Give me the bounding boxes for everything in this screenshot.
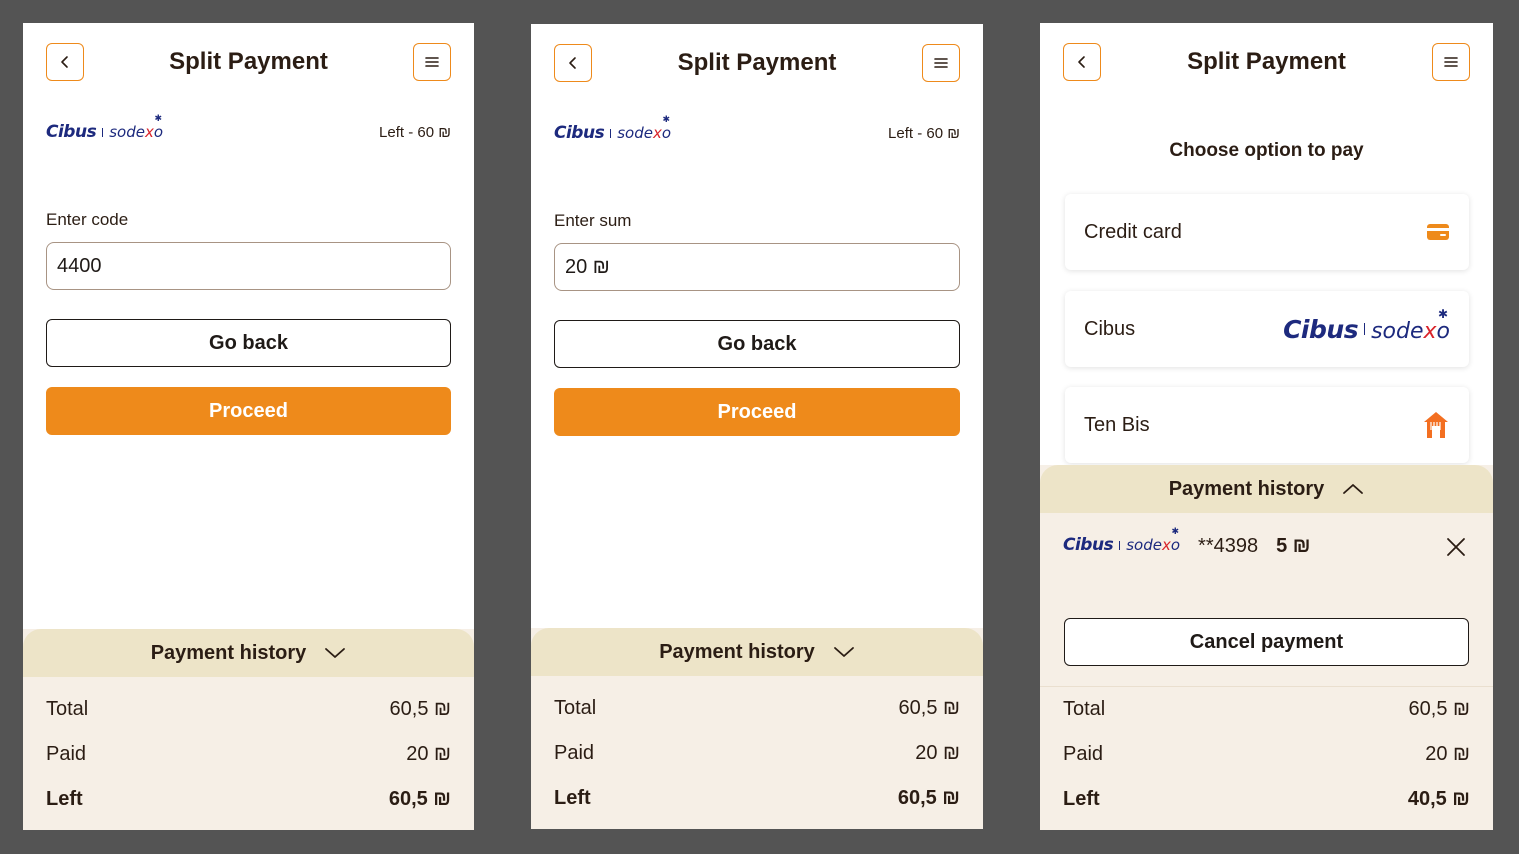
summary-list: Total 60,5 ₪ Paid 20 ₪ Left 60,5 ₪: [531, 676, 983, 829]
screen-choose-option: Split Payment Choose option to pay Credi…: [1040, 23, 1493, 830]
summary-row-total: Total 60,5 ₪: [554, 697, 960, 719]
payment-entry: Cibus sodexo ✱ **4398 5 ₪: [1040, 513, 1493, 618]
cibus-sodexo-logo: Cibus sodexo ✱: [1063, 527, 1181, 555]
summary-row-paid: Paid 20 ₪: [46, 743, 451, 765]
menu-button[interactable]: [1432, 43, 1470, 81]
option-ten-bis[interactable]: Ten Bis: [1065, 387, 1469, 463]
credit-card-icon: [1427, 224, 1449, 240]
payment-card-number: **4398: [1198, 535, 1259, 557]
option-label: Credit card: [1084, 220, 1182, 243]
cibus-sodexo-logo: Cibus sodexo ✱: [1283, 306, 1450, 344]
payment-history-title: Payment history: [659, 640, 815, 663]
summary-row-total: Total 60,5 ₪: [46, 698, 451, 720]
screen-enter-code: Split Payment Cibus sodexo ✱ Left - 60 ₪ …: [23, 23, 474, 830]
app-header: Split Payment: [1040, 23, 1493, 101]
payment-history-toggle[interactable]: Payment history: [23, 629, 474, 677]
summary-row-total: Total 60,5 ₪: [1063, 698, 1470, 720]
choose-option-title: Choose option to pay: [1169, 140, 1364, 161]
payment-amount: 5 ₪: [1276, 535, 1311, 557]
hamburger-menu-icon: [1444, 57, 1458, 67]
payment-history-toggle[interactable]: Payment history: [531, 628, 983, 676]
summary-row-left: Left 40,5 ₪: [1063, 788, 1470, 810]
sum-input[interactable]: 20 ₪: [554, 243, 960, 291]
proceed-button[interactable]: Proceed: [46, 387, 451, 435]
payment-history-title: Payment history: [1168, 477, 1325, 500]
payment-history-panel: Payment history Total 60,5 ₪ Paid 20 ₪ Lef…: [23, 629, 474, 830]
payment-history-toggle[interactable]: Payment history: [1040, 465, 1493, 513]
cancel-payment-button[interactable]: Cancel payment: [1064, 618, 1469, 666]
remove-payment-button[interactable]: [1442, 533, 1470, 561]
option-label: Cibus: [1084, 317, 1136, 340]
cibus-sodexo-logo: Cibus sodexo ✱: [46, 114, 164, 142]
close-icon: [1447, 538, 1465, 556]
go-back-button[interactable]: Go back: [46, 319, 451, 367]
balance-left-label: Left - 60 ₪: [379, 123, 451, 141]
brand-row: Cibus sodexo ✱ Left - 60 ₪: [46, 114, 451, 144]
hamburger-menu-icon: [425, 57, 439, 67]
summary-row-left: Left 60,5 ₪: [554, 787, 960, 809]
cibus-sodexo-logo: Cibus sodexo ✱: [554, 115, 672, 143]
chevron-up-icon: [1343, 484, 1364, 494]
balance-left-label: Left - 60 ₪: [888, 124, 960, 142]
payment-history-panel: Payment history Cibus sodexo ✱ **4398 5 ₪…: [1040, 465, 1493, 830]
sum-field-label: Enter sum: [554, 211, 632, 230]
menu-button[interactable]: [413, 43, 451, 81]
summary-row-paid: Paid 20 ₪: [554, 742, 960, 764]
brand-row: Cibus sodexo ✱ Left - 60 ₪: [554, 115, 960, 145]
tenbis-logo-icon: [1424, 412, 1448, 438]
code-field-label: Enter code: [46, 210, 129, 229]
app-header: Split Payment: [531, 24, 983, 102]
option-label: Ten Bis: [1084, 413, 1150, 436]
screen-enter-sum: Split Payment Cibus sodexo ✱ Left - 60 ₪ …: [531, 24, 983, 829]
menu-button[interactable]: [922, 44, 960, 82]
payment-history-panel: Payment history Total 60,5 ₪ Paid 20 ₪ Lef…: [531, 628, 983, 829]
option-cibus[interactable]: Cibus Cibus sodexo ✱: [1065, 291, 1469, 367]
app-header: Split Payment: [23, 23, 474, 101]
page-title: Split Payment: [677, 49, 837, 76]
summary-row-left: Left 60,5 ₪: [46, 788, 451, 810]
page-title: Split Payment: [1187, 48, 1346, 75]
option-credit-card[interactable]: Credit card: [1065, 194, 1469, 270]
page-title: Split Payment: [169, 48, 328, 75]
hamburger-menu-icon: [934, 58, 948, 68]
code-input[interactable]: 4400: [46, 242, 451, 290]
chevron-down-icon: [833, 647, 854, 657]
summary-row-paid: Paid 20 ₪: [1063, 743, 1470, 765]
proceed-button[interactable]: Proceed: [554, 388, 960, 436]
summary-list: Total 60,5 ₪ Paid 20 ₪ Left 60,5 ₪: [23, 677, 474, 830]
go-back-button[interactable]: Go back: [554, 320, 960, 368]
chevron-down-icon: [325, 648, 346, 658]
payment-history-title: Payment history: [150, 641, 307, 664]
summary-list: Total 60,5 ₪ Paid 20 ₪ Left 40,5 ₪: [1040, 687, 1493, 830]
